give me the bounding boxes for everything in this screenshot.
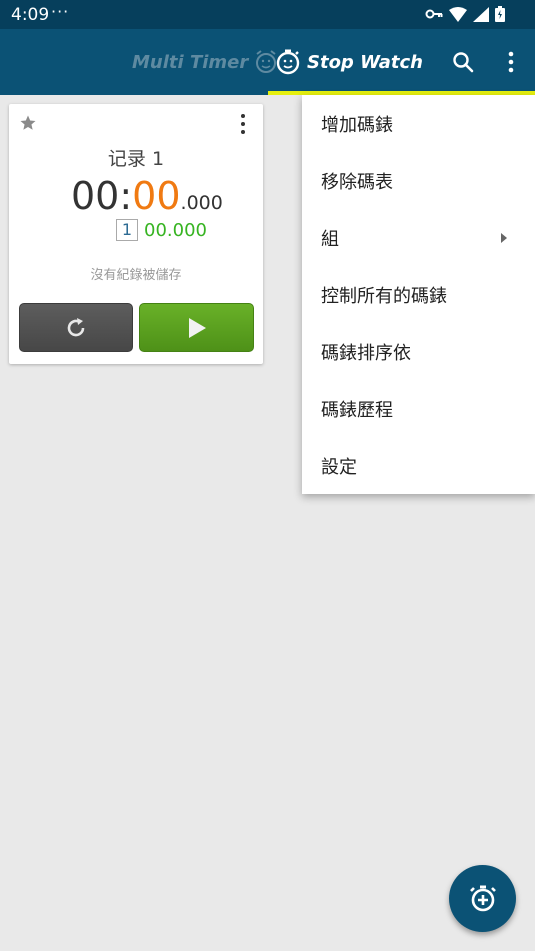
time-milliseconds: .000: [180, 192, 223, 214]
status-bar: 4:09 ···: [0, 0, 535, 29]
menu-item-label: 控制所有的碼錶: [321, 285, 447, 307]
menu-item-label: 設定: [321, 456, 357, 478]
tab-multi-timer[interactable]: Multi Timer: [132, 29, 278, 95]
app-bar: Multi Timer Stop Watch: [0, 29, 535, 95]
card-more-button[interactable]: [235, 112, 251, 136]
time-seconds: 00: [132, 174, 181, 218]
lap-time: 00.000: [144, 219, 207, 241]
lap-row: 1 00.000: [116, 219, 207, 241]
reset-icon: [67, 317, 85, 336]
empty-record-message: 沒有紀錄被儲存: [90, 268, 182, 283]
battery-icon: [495, 6, 505, 22]
menu-item-settings[interactable]: 設定: [302, 437, 535, 494]
menu-item-group[interactable]: 組: [302, 209, 535, 266]
card-more-dot: [241, 114, 245, 118]
menu-item-label: 組: [321, 228, 339, 250]
stopwatch-icon: [276, 49, 300, 75]
overflow-menu-button[interactable]: [495, 46, 527, 78]
menu-item-label: 碼錶歷程: [321, 399, 393, 421]
menu-item-remove-stopwatch[interactable]: 移除碼表: [302, 152, 535, 209]
tab-multi-timer-label: Multi Timer: [132, 51, 249, 73]
menu-item-sort-by[interactable]: 碼錶排序依: [302, 323, 535, 380]
wifi-icon: [449, 6, 467, 22]
add-stopwatch-fab[interactable]: [449, 865, 516, 932]
submenu-arrow-icon: [501, 233, 507, 243]
reset-button[interactable]: [19, 303, 133, 352]
menu-item-label: 碼錶排序依: [321, 342, 411, 364]
card-more-dot: [241, 122, 245, 126]
card-more-dot: [241, 130, 245, 134]
record-name: 记录 1: [107, 148, 165, 170]
search-button[interactable]: [447, 46, 479, 78]
lap-number-badge: 1: [116, 219, 138, 241]
overflow-menu: 增加碼錶 移除碼表 組 控制所有的碼錶 碼錶排序依 碼錶歷程 設定: [302, 95, 535, 494]
search-icon: [453, 52, 474, 73]
more-vert-icon: [508, 51, 514, 73]
tab-stop-watch[interactable]: Stop Watch: [275, 29, 423, 95]
elapsed-time: 00:00.000: [71, 174, 223, 218]
menu-item-add-stopwatch[interactable]: 增加碼錶: [302, 95, 535, 152]
add-stopwatch-icon: [469, 885, 496, 911]
signal-icon: [473, 6, 489, 22]
tab-stop-watch-label: Stop Watch: [307, 51, 423, 73]
time-colon: :: [119, 174, 133, 218]
star-icon[interactable]: [19, 114, 37, 132]
menu-item-control-all[interactable]: 控制所有的碼錶: [302, 266, 535, 323]
stopwatch-card: 记录 1 00:00.000 1 00.000 沒有紀錄被儲存: [9, 104, 263, 364]
play-icon: [188, 317, 206, 338]
time-minutes: 00: [71, 174, 120, 218]
status-notification-dots: ···: [51, 2, 70, 21]
status-icons: [425, 6, 505, 22]
menu-item-label: 增加碼錶: [321, 114, 393, 136]
menu-item-label: 移除碼表: [321, 171, 393, 193]
vpn-key-icon: [425, 9, 443, 19]
status-time: 4:09: [11, 5, 50, 25]
menu-item-history[interactable]: 碼錶歷程: [302, 380, 535, 437]
start-button[interactable]: [139, 303, 254, 352]
